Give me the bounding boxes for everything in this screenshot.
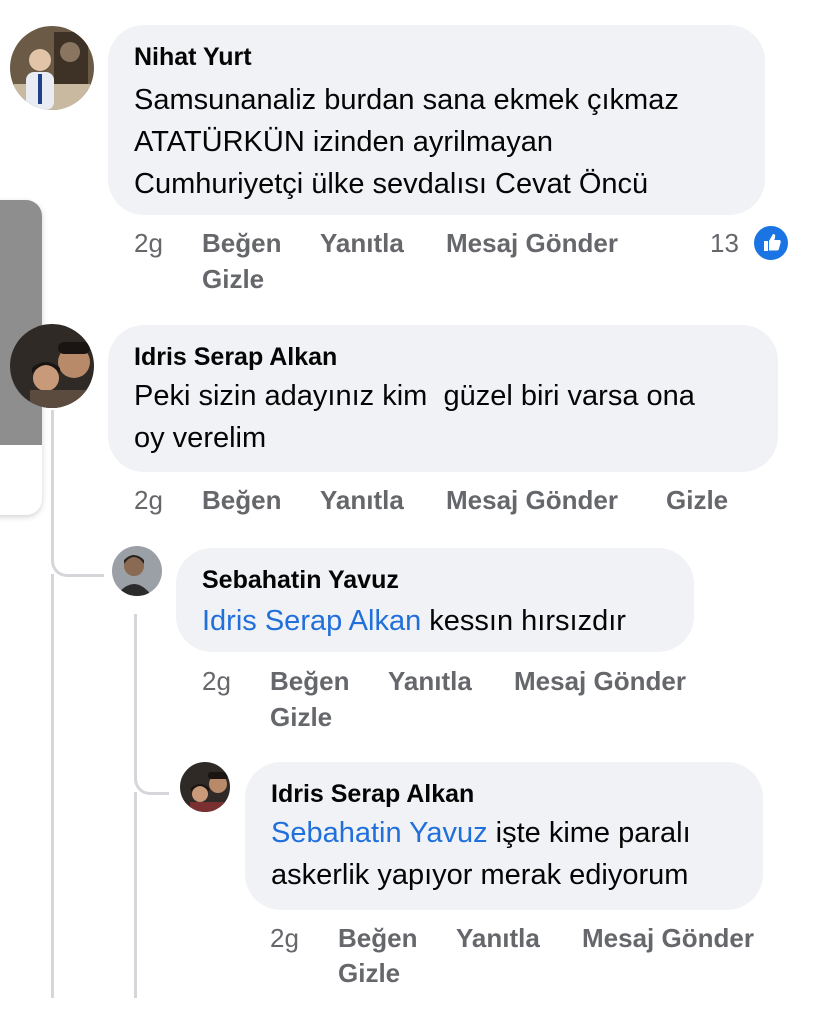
hide-button[interactable]: Gizle (202, 264, 264, 295)
comment-text-line: oy verelim (134, 422, 267, 454)
reaction-count[interactable]: 13 (710, 228, 739, 259)
avatar[interactable] (10, 26, 94, 110)
reply-text-line: askerlik yapıyor merak ediyorum (271, 859, 689, 891)
comment-text-line: Cumhuriyetçi ülke sevdalısı Cevat Öncü (134, 168, 649, 200)
avatar[interactable] (112, 546, 162, 596)
hide-button[interactable]: Gizle (666, 485, 728, 516)
reply-text: Idris Serap Alkan kessın hırsızdır (202, 600, 626, 642)
comment-bubble: Nihat Yurt Samsunanaliz burdan sana ekme… (108, 25, 765, 215)
reply-text-content: kessın hırsızdır (421, 605, 626, 637)
thread-connector (134, 762, 169, 795)
reply-button[interactable]: Yanıtla (320, 228, 404, 259)
like-button[interactable]: Beğen (270, 666, 349, 697)
send-message-button[interactable]: Mesaj Gönder (446, 228, 618, 259)
comment-author[interactable]: Idris Serap Alkan (134, 343, 337, 372)
thread-line (134, 614, 137, 764)
mention-link[interactable]: Sebahatin Yavuz (271, 817, 488, 849)
send-message-button[interactable]: Mesaj Gönder (446, 485, 618, 516)
comment-text: Samsunanaliz burdan sana ekmek çıkmaz AT… (134, 79, 679, 205)
reply-time[interactable]: 2g (202, 666, 231, 697)
send-message-button[interactable]: Mesaj Gönder (582, 923, 754, 954)
reply-bubble: Sebahatin Yavuz Idris Serap Alkan kessın… (176, 548, 694, 652)
comment-text-line: Peki sizin adayınız kim güzel biri varsa… (134, 380, 695, 412)
reply-button[interactable]: Yanıtla (388, 666, 472, 697)
comment-text-line: ATATÜRKÜN izinden ayrilmayan (134, 126, 553, 158)
reply-text-content: işte kime paralı (487, 817, 691, 849)
reply-button[interactable]: Yanıtla (320, 485, 404, 516)
thread-line (134, 792, 137, 998)
reply-time[interactable]: 2g (270, 923, 299, 954)
avatar[interactable] (10, 324, 94, 408)
hide-button[interactable]: Gizle (338, 958, 400, 989)
like-button[interactable]: Beğen (202, 228, 281, 259)
hide-button[interactable]: Gizle (270, 702, 332, 733)
like-button[interactable]: Beğen (338, 923, 417, 954)
comment-text-line: Samsunanaliz burdan sana ekmek çıkmaz (134, 84, 679, 116)
like-button[interactable]: Beğen (202, 485, 281, 516)
avatar[interactable] (180, 762, 230, 812)
comment-text: Peki sizin adayınız kim güzel biri varsa… (134, 375, 695, 459)
thread-line (51, 574, 54, 998)
comment-bubble: Idris Serap Alkan Peki sizin adayınız ki… (108, 325, 778, 472)
comment-time[interactable]: 2g (134, 228, 163, 259)
reply-text-line: Sebahatin Yavuz işte kime paralı (271, 812, 691, 854)
reply-bubble: Idris Serap Alkan Sebahatin Yavuz işte k… (245, 762, 763, 910)
comment-author[interactable]: Nihat Yurt (134, 43, 252, 72)
thread-connector (51, 540, 104, 577)
reply-author[interactable]: Idris Serap Alkan (271, 780, 474, 809)
reply-button[interactable]: Yanıtla (456, 923, 540, 954)
reply-author[interactable]: Sebahatin Yavuz (202, 566, 399, 595)
mention-link[interactable]: Idris Serap Alkan (202, 605, 421, 637)
send-message-button[interactable]: Mesaj Gönder (514, 666, 686, 697)
thread-line (51, 410, 54, 550)
reply-text: Sebahatin Yavuz işte kime paralı askerli… (271, 812, 691, 896)
comment-time[interactable]: 2g (134, 485, 163, 516)
thumbs-up-icon[interactable] (752, 224, 790, 262)
